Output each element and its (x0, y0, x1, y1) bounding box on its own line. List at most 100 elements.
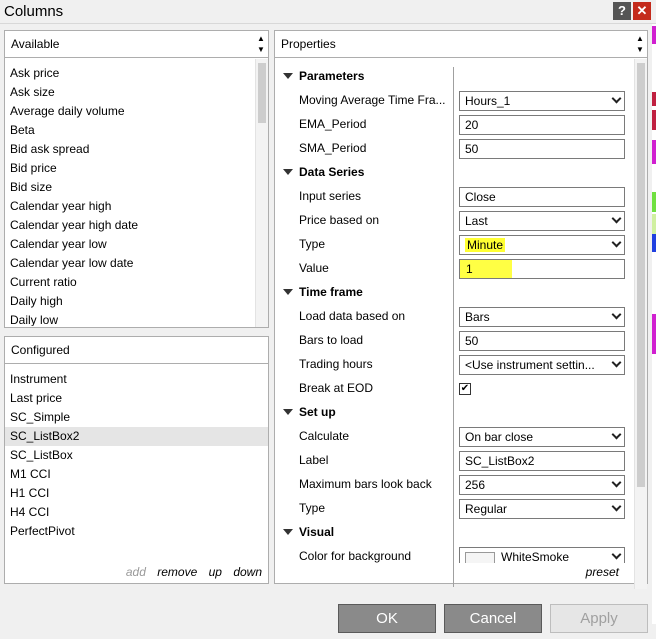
prop-type: Type Minute (275, 233, 631, 257)
help-button[interactable]: ? (613, 2, 631, 20)
color-swatch (465, 551, 495, 563)
type-dropdown[interactable]: Minute (459, 235, 625, 255)
preset-link[interactable]: preset (586, 565, 619, 579)
ema-period-input[interactable]: 20 (459, 115, 625, 135)
prop-break-at-eod: Break at EOD ✔ (299, 381, 471, 395)
chevron-down-icon (611, 309, 622, 320)
load-data-dropdown[interactable]: Bars (459, 307, 625, 327)
close-button[interactable]: ✕ (633, 2, 651, 20)
properties-scrollbar[interactable] (634, 59, 647, 589)
list-item[interactable]: Daily low (5, 311, 254, 326)
list-item[interactable]: PerfectPivot (5, 522, 268, 541)
break-at-eod-checkbox[interactable]: ✔ (459, 383, 471, 395)
background-window-edge (652, 24, 656, 624)
list-item[interactable]: Daily high (5, 292, 254, 311)
chevron-down-icon (611, 237, 622, 248)
category-parameters[interactable]: Parameters (275, 65, 631, 89)
chevron-down-icon (611, 93, 622, 104)
chevron-down-icon (611, 501, 622, 512)
list-item[interactable]: Calendar year high (5, 197, 254, 216)
list-item-selected[interactable]: SC_ListBox2 (5, 427, 268, 446)
list-item[interactable]: Ask price (5, 64, 254, 83)
max-bars-dropdown[interactable]: 256 (459, 475, 625, 495)
up-link[interactable]: up (209, 565, 222, 579)
available-panel: Available ▲ ▼ Ask price Ask size Average … (4, 30, 269, 328)
window-title: Columns (4, 3, 64, 20)
list-item[interactable]: Bid ask spread (5, 140, 254, 159)
list-item[interactable]: H4 CCI (5, 503, 268, 522)
prop-ema-period: EMA_Period 20 (275, 113, 631, 137)
configured-actions: add remove up down (118, 565, 262, 579)
list-item[interactable]: Last price (5, 389, 268, 408)
chevron-down-icon (611, 357, 622, 368)
prop-load-data: Load data based on Bars (275, 305, 631, 329)
collapse-arrow-icon[interactable] (283, 529, 293, 535)
configured-list: Instrument Last price SC_Simple SC_ListB… (5, 370, 268, 560)
prop-value: Value 1 (275, 257, 631, 281)
setup-type-dropdown[interactable]: Regular (459, 499, 625, 519)
list-item[interactable]: Calendar year low (5, 235, 254, 254)
chevron-down-icon (611, 213, 622, 224)
configured-panel: Configured Instrument Last price SC_Simp… (4, 336, 269, 584)
bg-color-dropdown[interactable]: WhiteSmoke (459, 547, 625, 563)
list-item[interactable]: SC_ListBox (5, 446, 268, 465)
down-link[interactable]: down (233, 565, 262, 579)
list-item[interactable]: H1 CCI (5, 484, 268, 503)
properties-header: Properties (275, 31, 647, 58)
list-item[interactable]: M1 CCI (5, 465, 268, 484)
title-bar: Columns ? ✕ (0, 0, 656, 24)
prop-ma-timeframe: Moving Average Time Fra... Hours_1 (275, 89, 631, 113)
list-item[interactable]: Calendar year low date (5, 254, 254, 273)
list-item[interactable]: Instrument (5, 370, 268, 389)
prop-max-bars-look-back: Maximum bars look back 256 (275, 473, 631, 497)
collapse-arrow-icon[interactable] (283, 169, 293, 175)
list-item[interactable]: Bid price (5, 159, 254, 178)
add-link[interactable]: add (126, 565, 146, 579)
highlight-marker: Minute (465, 238, 506, 252)
sma-period-input[interactable]: 50 (459, 139, 625, 159)
prop-input-series: Input series Close (275, 185, 631, 209)
list-item[interactable]: Calendar year high date (5, 216, 254, 235)
list-item[interactable]: SC_Simple (5, 408, 268, 427)
bars-to-load-input[interactable]: 50 (459, 331, 625, 351)
cancel-button[interactable]: Cancel (444, 604, 542, 633)
chevron-down-icon (611, 477, 622, 488)
calculate-dropdown[interactable]: On bar close (459, 427, 625, 447)
category-time-frame[interactable]: Time frame (275, 281, 631, 305)
trading-hours-dropdown[interactable]: <Use instrument settin... (459, 355, 625, 375)
price-based-on-dropdown[interactable]: Last (459, 211, 625, 231)
list-item[interactable]: Beta (5, 121, 254, 140)
collapse-arrow-icon[interactable] (283, 73, 293, 79)
prop-price-based-on: Price based on Last (275, 209, 631, 233)
prop-bg-color: Color for background WhiteSmoke (275, 545, 631, 563)
collapse-arrow-icon[interactable] (283, 289, 293, 295)
input-series-field[interactable]: Close (459, 187, 625, 207)
value-input[interactable]: 1 (459, 259, 625, 279)
available-header: Available (5, 31, 268, 58)
property-grid: Parameters Moving Average Time Fra... Ho… (275, 59, 631, 563)
prop-sma-period: SMA_Period 50 (275, 137, 631, 161)
category-visual[interactable]: Visual (275, 521, 631, 545)
prop-setup-type: Type Regular (275, 497, 631, 521)
collapse-arrow-icon[interactable] (283, 409, 293, 415)
available-sort-spinner[interactable]: ▲ ▼ (256, 33, 266, 55)
remove-link[interactable]: remove (157, 565, 197, 579)
apply-button[interactable]: Apply (550, 604, 648, 633)
list-item[interactable]: Current ratio (5, 273, 254, 292)
list-item[interactable]: Average daily volume (5, 102, 254, 121)
prop-calculate: Calculate On bar close (275, 425, 631, 449)
properties-sort-spinner[interactable]: ▲ ▼ (635, 33, 645, 55)
ma-timeframe-dropdown[interactable]: Hours_1 (459, 91, 625, 111)
list-item[interactable]: Ask size (5, 83, 254, 102)
list-item[interactable]: Bid size (5, 178, 254, 197)
ok-button[interactable]: OK (338, 604, 436, 633)
prop-bars-to-load: Bars to load 50 (275, 329, 631, 353)
prop-label: Label SC_ListBox2 (275, 449, 631, 473)
available-list: Ask price Ask size Average daily volume … (5, 64, 254, 326)
category-data-series[interactable]: Data Series (275, 161, 631, 185)
prop-trading-hours: Trading hours <Use instrument settin... (275, 353, 631, 377)
chevron-down-icon (611, 549, 622, 560)
available-scrollbar[interactable] (255, 59, 268, 327)
label-input[interactable]: SC_ListBox2 (459, 451, 625, 471)
category-set-up[interactable]: Set up (275, 401, 631, 425)
